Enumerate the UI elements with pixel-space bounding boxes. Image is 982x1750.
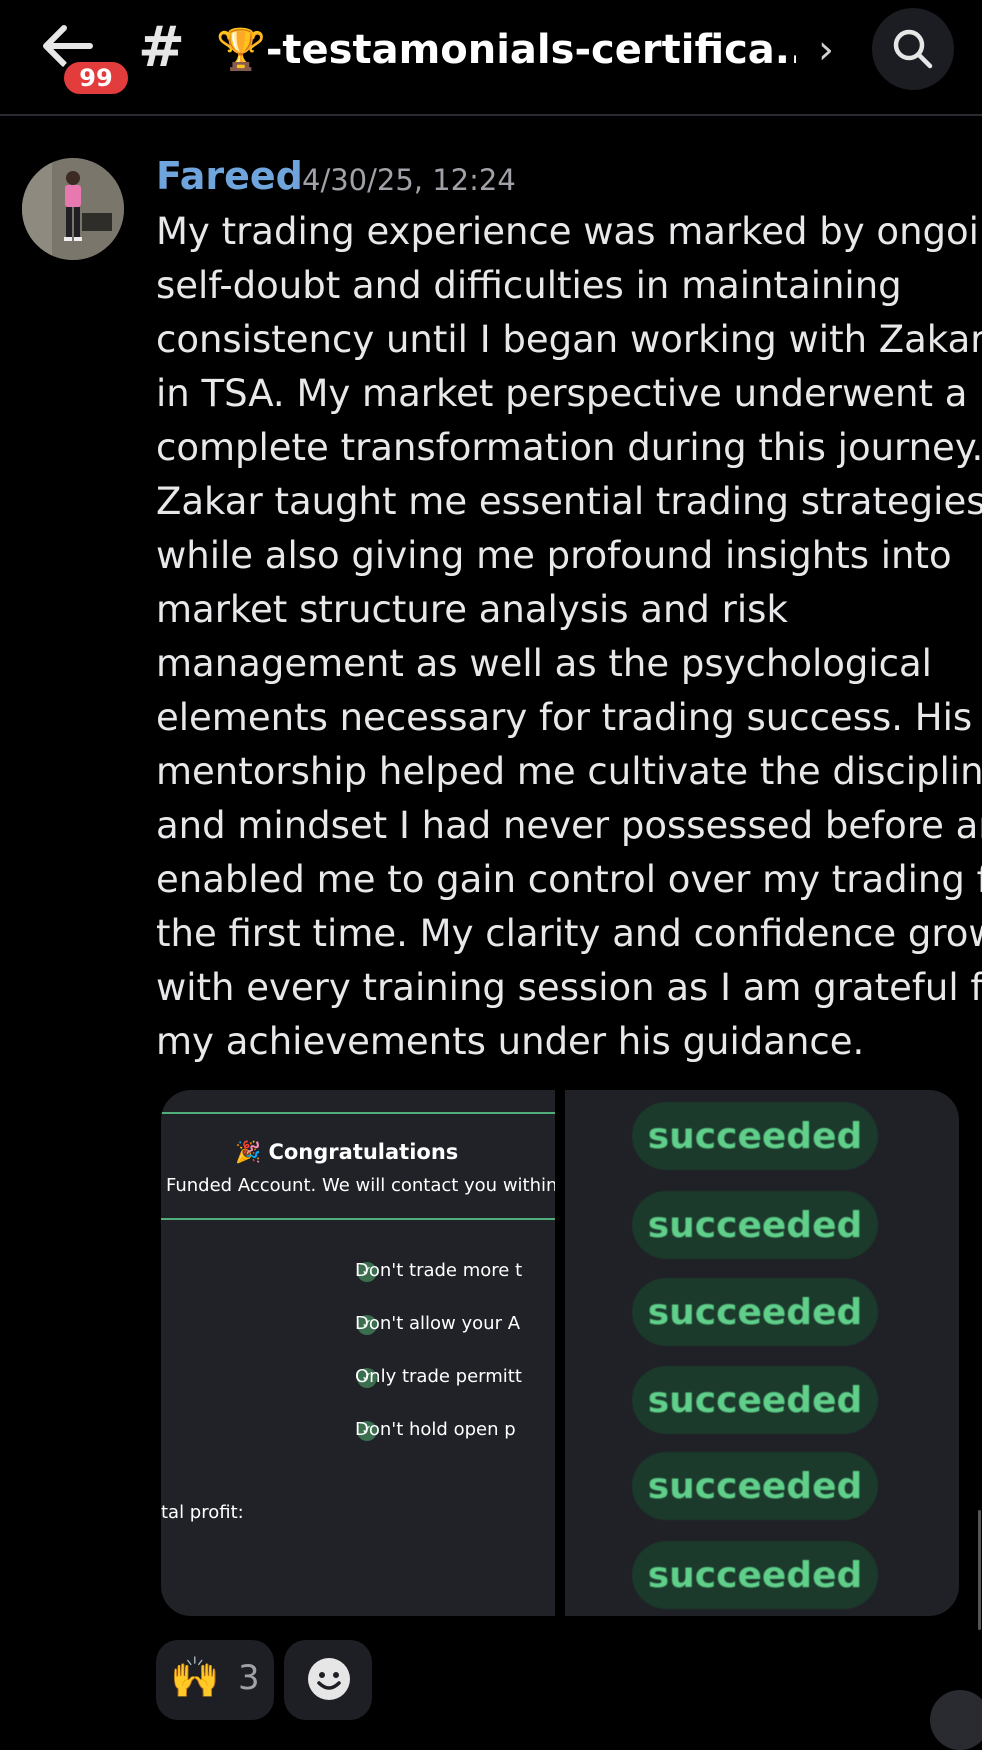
message-body: My trading experience was marked by ongo…: [156, 205, 982, 1069]
status-badge: succeeded: [632, 1191, 878, 1259]
message-line: consistency until I began working with Z…: [156, 318, 982, 361]
reaction-count: 3: [238, 1658, 260, 1698]
smile-icon: [308, 1658, 350, 1700]
reaction-raised-hands[interactable]: 🙌 3: [156, 1640, 274, 1720]
message-line: in TSA. My market perspective underwent …: [156, 372, 968, 415]
attachment-image-statuses[interactable]: succeeded succeeded succeeded succeeded …: [565, 1090, 959, 1616]
search-icon: [893, 29, 933, 69]
message-line: the first time. My clarity and confidenc…: [156, 912, 982, 955]
message-line: my achievements under his guidance.: [156, 1020, 865, 1063]
chevron-right-icon[interactable]: ›: [818, 24, 834, 76]
message-author[interactable]: Fareed: [156, 152, 303, 200]
notification-badge: 99: [60, 58, 132, 98]
jump-button[interactable]: [930, 1690, 982, 1750]
search-button[interactable]: [872, 8, 954, 90]
raised-hands-icon: 🙌: [170, 1655, 220, 1701]
divider: [161, 1218, 555, 1220]
congratulations-heading: 🎉 Congratulations: [235, 1140, 458, 1165]
status-badge: succeeded: [632, 1452, 878, 1520]
party-popper-icon: 🎉: [235, 1140, 262, 1164]
add-reaction-button[interactable]: [284, 1640, 372, 1720]
message-line: complete transformation during this jour…: [156, 426, 982, 469]
message-line: market structure analysis and risk: [156, 588, 788, 631]
message-line: self-doubt and difficulties in maintaini…: [156, 264, 902, 307]
message-line: My trading experience was marked by ongo…: [156, 210, 982, 253]
message-timestamp: 4/30/25, 12:24: [302, 163, 516, 197]
channel-header: 99 # 🏆-testamonials-certifica... ›: [0, 0, 982, 116]
scrollbar[interactable]: [978, 1510, 981, 1630]
divider: [161, 1112, 555, 1114]
message-line: enabled me to gain control over my tradi…: [156, 858, 982, 901]
message-line: management as well as the psychological: [156, 642, 932, 685]
rule-item: Don't trade more t: [355, 1260, 523, 1281]
channel-name: -testamonials-certifica...: [265, 27, 796, 73]
total-profit-label: tal profit:: [161, 1502, 244, 1523]
message-line: mentorship helped me cultivate the disci…: [156, 750, 982, 793]
rule-item: Don't hold open p: [355, 1419, 516, 1440]
congratulations-label: Congratulations: [268, 1140, 459, 1164]
message-line: elements necessary for trading success. …: [156, 696, 973, 739]
message-line: with every training session as I am grat…: [156, 966, 982, 1009]
avatar[interactable]: [22, 158, 124, 260]
status-badge: succeeded: [632, 1541, 878, 1609]
message-line: Zakar taught me essential trading strate…: [156, 480, 982, 523]
attachment-image-congratulations[interactable]: 🎉 Congratulations Funded Account. We wil…: [161, 1090, 555, 1616]
status-badge: succeeded: [632, 1366, 878, 1434]
rule-item: Don't allow your A: [355, 1313, 521, 1334]
hash-icon: #: [138, 15, 185, 80]
status-badge: succeeded: [632, 1278, 878, 1346]
channel-title[interactable]: 🏆-testamonials-certifica...: [216, 20, 796, 80]
message-line: while also giving me profound insights i…: [156, 534, 952, 577]
message-line: and mindset I had never possessed before…: [156, 804, 982, 847]
trophy-icon: 🏆: [216, 27, 266, 73]
rule-item: Only trade permitt: [355, 1366, 522, 1387]
funded-account-text: Funded Account. We will contact you with…: [166, 1175, 555, 1196]
status-badge: succeeded: [632, 1102, 878, 1170]
